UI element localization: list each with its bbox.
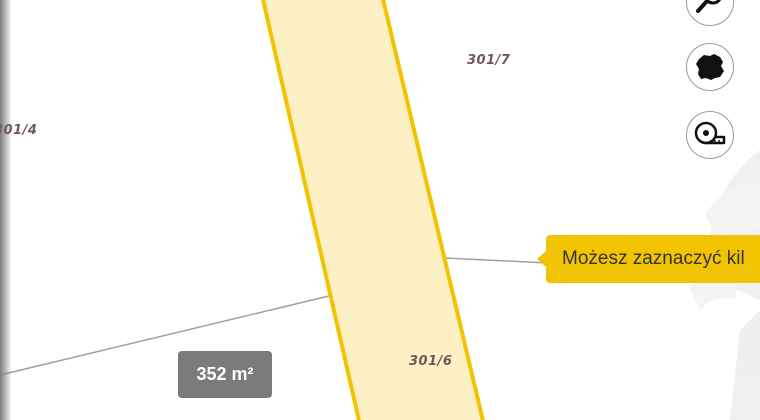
parcel-map[interactable] bbox=[0, 0, 760, 420]
tooltip-arrow bbox=[537, 251, 546, 267]
poland-map-icon bbox=[696, 54, 724, 80]
measure-button[interactable] bbox=[686, 111, 734, 159]
sidebar-shadow bbox=[0, 0, 12, 420]
tape-measure-icon bbox=[694, 121, 726, 145]
parcel-label: 301/4 bbox=[0, 123, 38, 138]
parcel-boundary bbox=[0, 294, 334, 376]
region-button[interactable] bbox=[686, 43, 734, 91]
watermark bbox=[690, 150, 760, 420]
hint-tooltip: Możesz zaznaczyć kil bbox=[546, 235, 760, 283]
tooltip-text: Możesz zaznaczyć kil bbox=[562, 248, 745, 269]
magnifier-icon bbox=[696, 0, 722, 13]
parcel-boundary bbox=[444, 257, 549, 264]
area-badge: 352 m² bbox=[178, 351, 272, 398]
parcel-label: 301/6 bbox=[409, 354, 453, 369]
parcel-label: 301/7 bbox=[467, 53, 511, 68]
